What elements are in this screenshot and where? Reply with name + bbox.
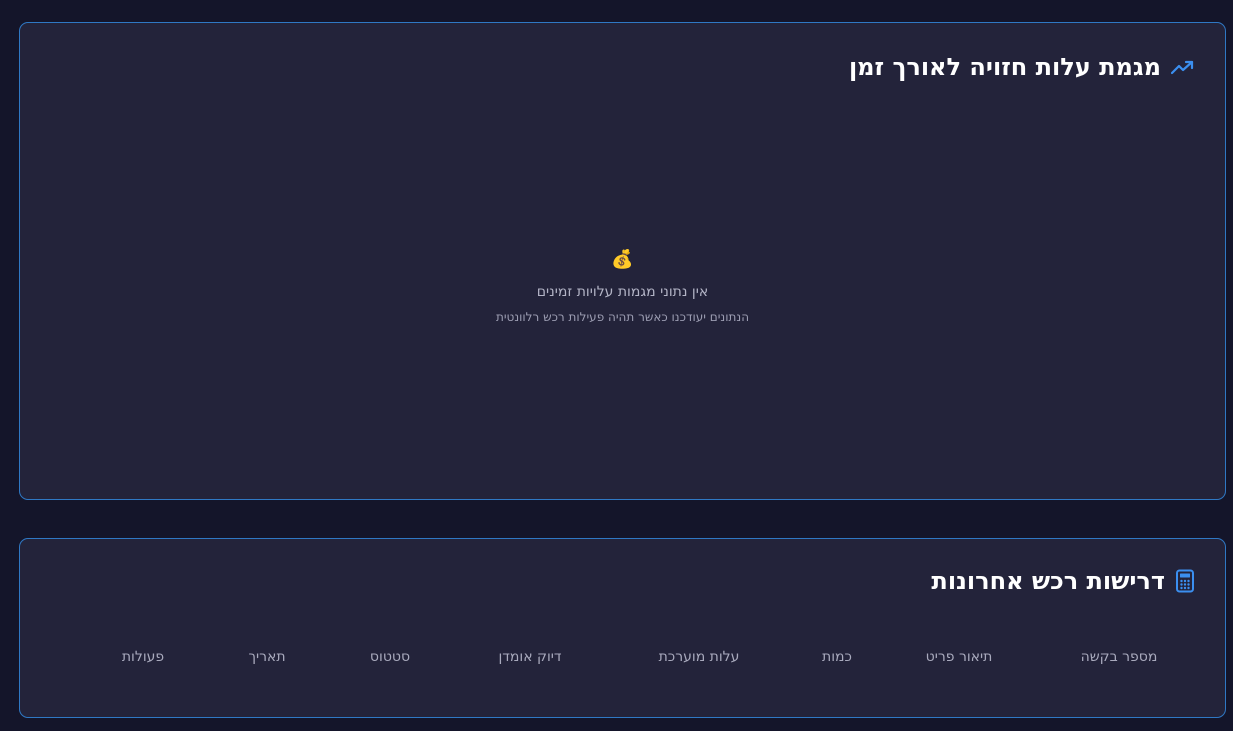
column-header-estimated-cost[interactable]: עלות מוערכת — [659, 649, 740, 665]
recent-requests-header: דרישות רכש אחרונות — [931, 567, 1195, 595]
column-header-request-number[interactable]: מספר בקשה — [1081, 649, 1158, 665]
cost-trend-header: מגמת עלות חזויה לאורך זמן — [849, 53, 1195, 81]
calculator-icon — [1175, 569, 1195, 593]
recent-requests-panel: דרישות רכש אחרונות מספר בקשה תיאור פריט … — [19, 538, 1226, 718]
column-header-quantity[interactable]: כמות — [822, 649, 852, 665]
column-header-estimate-accuracy[interactable]: דיוק אומדן — [498, 649, 561, 665]
empty-state-title: אין נתוני מגמות עלויות זמינים — [536, 284, 709, 300]
cost-trend-panel: מגמת עלות חזויה לאורך זמן 💰 אין נתוני מג… — [19, 22, 1226, 500]
cost-trend-title: מגמת עלות חזויה לאורך זמן — [848, 53, 1161, 81]
column-header-status[interactable]: סטטוס — [370, 649, 410, 665]
column-header-item-description[interactable]: תיאור פריט — [926, 649, 993, 665]
column-header-actions: פעולות — [121, 649, 165, 665]
empty-state: 💰 אין נתוני מגמות עלויות זמינים הנתונים … — [20, 248, 1225, 324]
column-header-date[interactable]: תאריך — [248, 649, 285, 665]
table-header-row: מספר בקשה תיאור פריט כמות עלות מוערכת די… — [20, 649, 1225, 669]
recent-requests-title: דרישות רכש אחרונות — [931, 567, 1165, 595]
trending-up-icon — [1171, 59, 1195, 75]
empty-state-subtitle: הנתונים יעודכנו כאשר תהיה פעילות רכש רלו… — [495, 310, 750, 324]
money-bag-icon: 💰 — [611, 249, 634, 270]
